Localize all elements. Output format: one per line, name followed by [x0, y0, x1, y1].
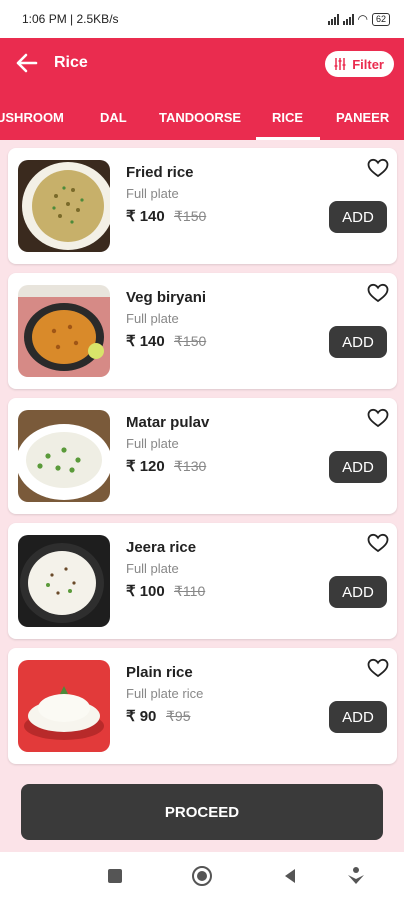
item-price: ₹ 100	[126, 583, 165, 600]
item-original-price: ₹95	[166, 708, 191, 724]
page-title: Rice	[54, 54, 88, 71]
item-name: Jeera rice	[126, 539, 197, 556]
favorite-heart-icon[interactable]	[367, 283, 389, 303]
item-original-price: ₹150	[174, 208, 207, 224]
active-tab-indicator	[256, 137, 320, 140]
category-tabs: USHROOM DAL TANDOORSE RICE PANEER	[0, 88, 404, 140]
add-button[interactable]: ADD	[329, 201, 387, 233]
app-bar: Rice Filter	[0, 38, 404, 88]
status-left: 1:06 PM | 2.5KB/s	[22, 12, 119, 26]
fried-rice-photo	[18, 160, 110, 252]
system-nav-bar	[0, 852, 404, 900]
list-item[interactable]: Fried rice Full plate ₹ 140 ₹150 ADD	[8, 148, 397, 264]
status-speed: | 2.5KB/s	[70, 12, 119, 26]
tab-rice[interactable]: RICE	[272, 88, 303, 140]
favorite-heart-icon[interactable]	[367, 533, 389, 553]
item-name: Veg biryani	[126, 289, 207, 306]
add-button[interactable]: ADD	[329, 326, 387, 358]
item-description: Full plate	[126, 186, 179, 201]
favorite-heart-icon[interactable]	[367, 408, 389, 428]
back-arrow-icon[interactable]	[14, 50, 40, 76]
proceed-button[interactable]: PROCEED	[21, 784, 383, 840]
list-item[interactable]: Plain rice Full plate rice ₹ 90 ₹95 ADD	[8, 648, 397, 764]
veg-biryani-photo	[18, 285, 110, 377]
item-price: ₹ 90	[126, 708, 157, 725]
item-description: Full plate rice	[126, 686, 204, 701]
list-item[interactable]: Jeera rice Full plate ₹ 100 ₹110 ADD	[8, 523, 397, 639]
favorite-heart-icon[interactable]	[367, 158, 389, 178]
item-original-price: ₹110	[174, 583, 206, 599]
signal-icon	[327, 13, 339, 25]
matar-pulav-photo	[18, 410, 110, 502]
sliders-icon	[334, 58, 346, 70]
item-price: ₹ 140	[126, 208, 165, 225]
add-button[interactable]: ADD	[329, 576, 387, 608]
item-name: Plain rice	[126, 664, 193, 681]
item-description: Full plate	[126, 436, 179, 451]
home-icon[interactable]	[190, 864, 214, 888]
item-name: Fried rice	[126, 164, 194, 181]
battery-icon: 62	[371, 12, 390, 26]
signal-icon	[342, 13, 354, 25]
status-icons: ◠ 62	[327, 12, 390, 26]
favorite-heart-icon[interactable]	[367, 658, 389, 678]
item-name: Matar pulav	[126, 414, 210, 431]
item-original-price: ₹150	[174, 333, 207, 349]
item-original-price: ₹130	[174, 458, 207, 474]
item-description: Full plate	[126, 561, 179, 576]
back-icon[interactable]	[278, 864, 302, 888]
plain-rice-photo	[18, 660, 110, 752]
item-price: ₹ 140	[126, 333, 165, 350]
assistant-icon[interactable]	[344, 864, 368, 888]
item-description: Full plate	[126, 311, 179, 326]
tab-paneer[interactable]: PANEER	[336, 88, 389, 140]
filter-button[interactable]: Filter	[325, 51, 394, 77]
tab-mushroom[interactable]: USHROOM	[0, 88, 64, 140]
item-price: ₹ 120	[126, 458, 165, 475]
status-time: 1:06 PM	[22, 12, 67, 26]
filter-label: Filter	[352, 56, 384, 72]
jeera-rice-photo	[18, 535, 110, 627]
list-item[interactable]: Veg biryani Full plate ₹ 140 ₹150 ADD	[8, 273, 397, 389]
tab-tandoorse[interactable]: TANDOORSE	[159, 88, 241, 140]
add-button[interactable]: ADD	[329, 701, 387, 733]
tab-dal[interactable]: DAL	[100, 88, 127, 140]
wifi-icon: ◠	[357, 12, 368, 26]
list-item[interactable]: Matar pulav Full plate ₹ 120 ₹130 ADD	[8, 398, 397, 514]
status-bar: 1:06 PM | 2.5KB/s ◠ 62	[0, 0, 404, 38]
recent-apps-icon[interactable]	[103, 864, 127, 888]
add-button[interactable]: ADD	[329, 451, 387, 483]
